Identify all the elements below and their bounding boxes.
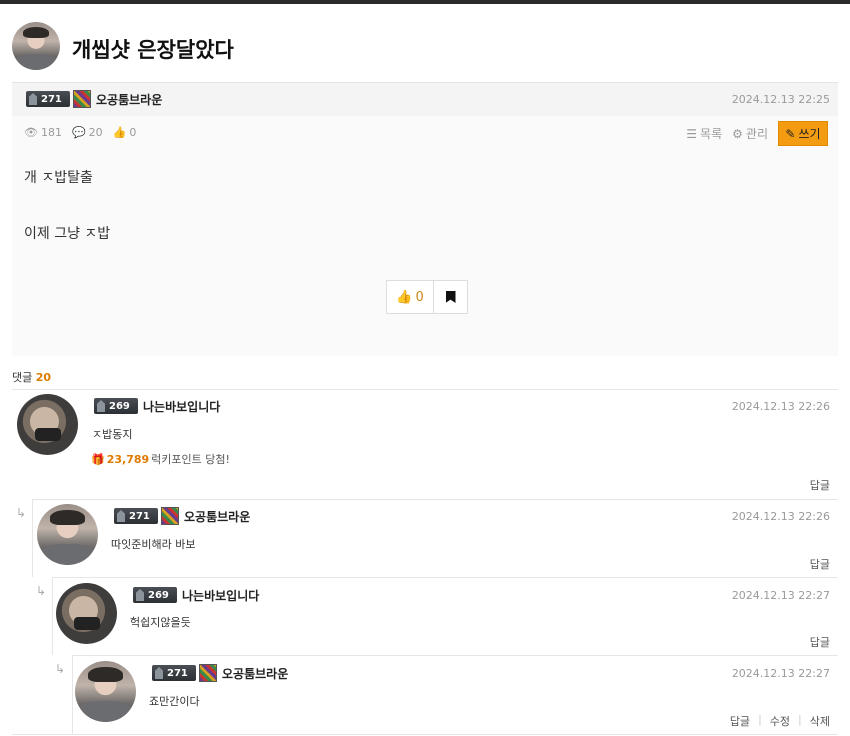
manage-button[interactable]: ⚙ 관리 <box>732 125 768 142</box>
likes-stat: 👍 0 <box>112 126 137 139</box>
level-badge: 271 <box>114 508 158 524</box>
reply-guide <box>52 578 53 655</box>
speech-bubble-icon: 💬 <box>71 126 86 139</box>
list-button[interactable]: ☰ 목록 <box>686 125 722 142</box>
comment-author-info[interactable]: 269 나는바보입니다 <box>133 587 259 603</box>
post-author-info[interactable]: 271 오공툼브라운 <box>26 90 162 108</box>
lucky-point: 🎁 23,789 럭키포인트 당첨! <box>91 452 230 467</box>
reply-button[interactable]: 답글 <box>810 477 830 493</box>
post-tools: ☰ 목록 ⚙ 관리 ✎ 쓰기 <box>686 121 828 146</box>
gift-icon: 🎁 <box>91 452 105 466</box>
gear-icon: ⚙ <box>732 126 743 141</box>
post-stats: 👁 181 💬 20 👍 0 <box>24 126 136 139</box>
comment-nick[interactable]: 오공툼브라운 <box>184 508 250 525</box>
comment-text: 따잇준비해라 바보 <box>111 538 196 551</box>
comment-avatar[interactable] <box>56 583 117 644</box>
reply-guide <box>32 500 33 577</box>
top-border <box>0 0 850 4</box>
post-content-line: 개 ㅈ밥탈출 <box>24 170 93 186</box>
reply-button[interactable]: 답글 <box>810 556 830 572</box>
comment-nick[interactable]: 나는바보입니다 <box>182 587 259 604</box>
divider: | <box>758 713 762 726</box>
post-date: 2024.12.13 22:25 <box>731 93 830 106</box>
reply-button[interactable]: 답글 <box>730 713 750 729</box>
reply-arrow-icon: ↳ <box>36 584 47 598</box>
comment-nick[interactable]: 오공툼브라운 <box>222 665 288 682</box>
comment-text: 헉쉽지않을듯 <box>130 616 191 629</box>
divider <box>12 734 838 735</box>
comment-author-info[interactable]: 271 오공툼브라운 <box>114 507 250 525</box>
comment-author-info[interactable]: 271 오공툼브라운 <box>152 664 288 682</box>
comments-stat: 💬 20 <box>71 126 103 139</box>
comment-nick[interactable]: 나는바보입니다 <box>143 398 220 415</box>
emblem-icon <box>73 90 91 108</box>
edit-button[interactable]: 수정 <box>770 713 790 729</box>
author-avatar[interactable] <box>12 22 60 70</box>
list-icon: ☰ <box>686 126 698 141</box>
divider <box>52 577 838 578</box>
divider <box>12 389 838 390</box>
pencil-icon: ✎ <box>785 126 796 141</box>
comment-count: 댓글 20 <box>12 371 52 384</box>
divider <box>72 655 838 656</box>
reply-guide <box>72 656 73 734</box>
thumbs-up-icon: 👍 <box>396 289 413 305</box>
comment-date: 2024.12.13 22:27 <box>731 667 830 680</box>
reply-button[interactable]: 답글 <box>810 634 830 650</box>
level-badge: 269 <box>94 398 138 414</box>
comment-date: 2024.12.13 22:26 <box>731 510 830 523</box>
author-nick[interactable]: 오공툼브라운 <box>96 91 162 108</box>
bookmark-icon <box>445 291 456 303</box>
comment-date: 2024.12.13 22:27 <box>731 589 830 602</box>
post-title: 개씹샷 은장달았다 <box>72 38 234 62</box>
reply-arrow-icon: ↳ <box>16 506 27 520</box>
bookmark-button[interactable] <box>434 281 467 313</box>
post-body: 👁 181 💬 20 👍 0 ☰ 목록 ⚙ 관리 ✎ 쓰기 개 ㅈ밥탈출 이제 그냥 ㅈ밥 … <box>12 116 838 356</box>
divider: | <box>798 713 802 726</box>
emblem-icon <box>199 664 217 682</box>
comment-actions: 답글 | 수정 | 삭제 <box>730 713 830 729</box>
vote-box: 👍 0 <box>386 280 468 314</box>
comment-author-info[interactable]: 269 나는바보입니다 <box>94 398 220 414</box>
eye-icon: 👁 <box>24 126 38 139</box>
comment-avatar[interactable] <box>17 394 78 455</box>
level-badge: 271 <box>26 91 70 107</box>
delete-button[interactable]: 삭제 <box>810 713 830 729</box>
comment-date: 2024.12.13 22:26 <box>731 400 830 413</box>
comment-text: ㅈ밥동지 <box>92 428 133 441</box>
divider <box>32 499 838 500</box>
thumbs-up-icon: 👍 <box>112 126 127 139</box>
level-badge: 269 <box>133 587 177 603</box>
post-header: 271 오공툼브라운 2024.12.13 22:25 <box>12 82 838 116</box>
emblem-icon <box>161 507 179 525</box>
post-content-line: 이제 그냥 ㅈ밥 <box>24 226 111 242</box>
comment-avatar[interactable] <box>37 504 98 565</box>
like-button[interactable]: 👍 0 <box>387 281 434 313</box>
reply-arrow-icon: ↳ <box>55 662 66 676</box>
views-stat: 👁 181 <box>24 126 62 139</box>
level-badge: 271 <box>152 665 196 681</box>
write-button[interactable]: ✎ 쓰기 <box>778 121 828 146</box>
comment-text: 죠만간이다 <box>149 695 200 708</box>
comment-avatar[interactable] <box>75 661 136 722</box>
